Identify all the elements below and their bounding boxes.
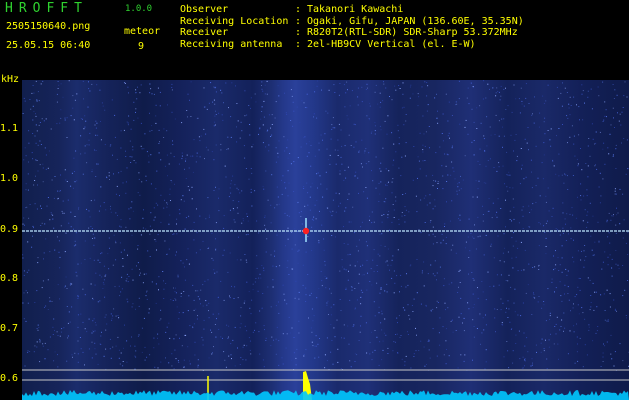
meteor-label: meteor [124, 26, 161, 37]
info-row-receiver: Receiver: R820T2(RTL-SDR) SDR-Sharp 53.37… [180, 27, 518, 38]
y-tick-label: 0.8 [0, 273, 19, 284]
spectrogram [22, 80, 629, 400]
info-label: Receiver [180, 27, 229, 38]
info-label: Receiving antenna [180, 38, 283, 50]
app-version: 1.0.0 [125, 4, 153, 14]
info-label: Observer [180, 4, 229, 15]
info-label: Receiving Location [180, 15, 289, 27]
y-axis-unit: kHz [1, 74, 20, 85]
y-tick-label: 0.9 [0, 224, 19, 235]
station-info: Observer: Takanori Kawachi Receiving Loca… [180, 4, 524, 50]
info-value: Ogaki, Gifu, JAPAN (136.60E, 35.35N) [307, 15, 524, 27]
spectrogram-overlay [22, 218, 629, 400]
info-value: Takanori Kawachi [307, 4, 404, 15]
info-row-antenna: Receiving antenna:2el-HB9CV Vertical (el… [180, 38, 476, 50]
meteor-count: 9 [138, 41, 145, 52]
y-tick-label: 1.1 [0, 123, 19, 134]
info-value: 2el-HB9CV Vertical (el. E-W) [307, 38, 476, 50]
info-row-location: Receiving Location: Ogaki, Gifu, JAPAN (1… [180, 15, 524, 27]
observation-datetime: 25.05.15 06:40 [6, 40, 91, 51]
y-tick-label: 0.6 [0, 373, 19, 384]
header-panel: HROFFT 1.0.0 2505150640.png 25.05.15 06:… [0, 0, 629, 80]
y-tick-label: 1.0 [0, 173, 19, 184]
y-tick-label: 0.7 [0, 323, 19, 334]
meteor-echo [302, 227, 310, 235]
info-row-observer: Observer: Takanori Kawachi [180, 4, 404, 15]
app-title: HROFFT [5, 1, 88, 16]
image-filename: 2505150640.png [6, 21, 91, 32]
info-value: R820T2(RTL-SDR) SDR-Sharp 53.372MHz [307, 27, 518, 38]
spectrum-trace [22, 390, 629, 400]
